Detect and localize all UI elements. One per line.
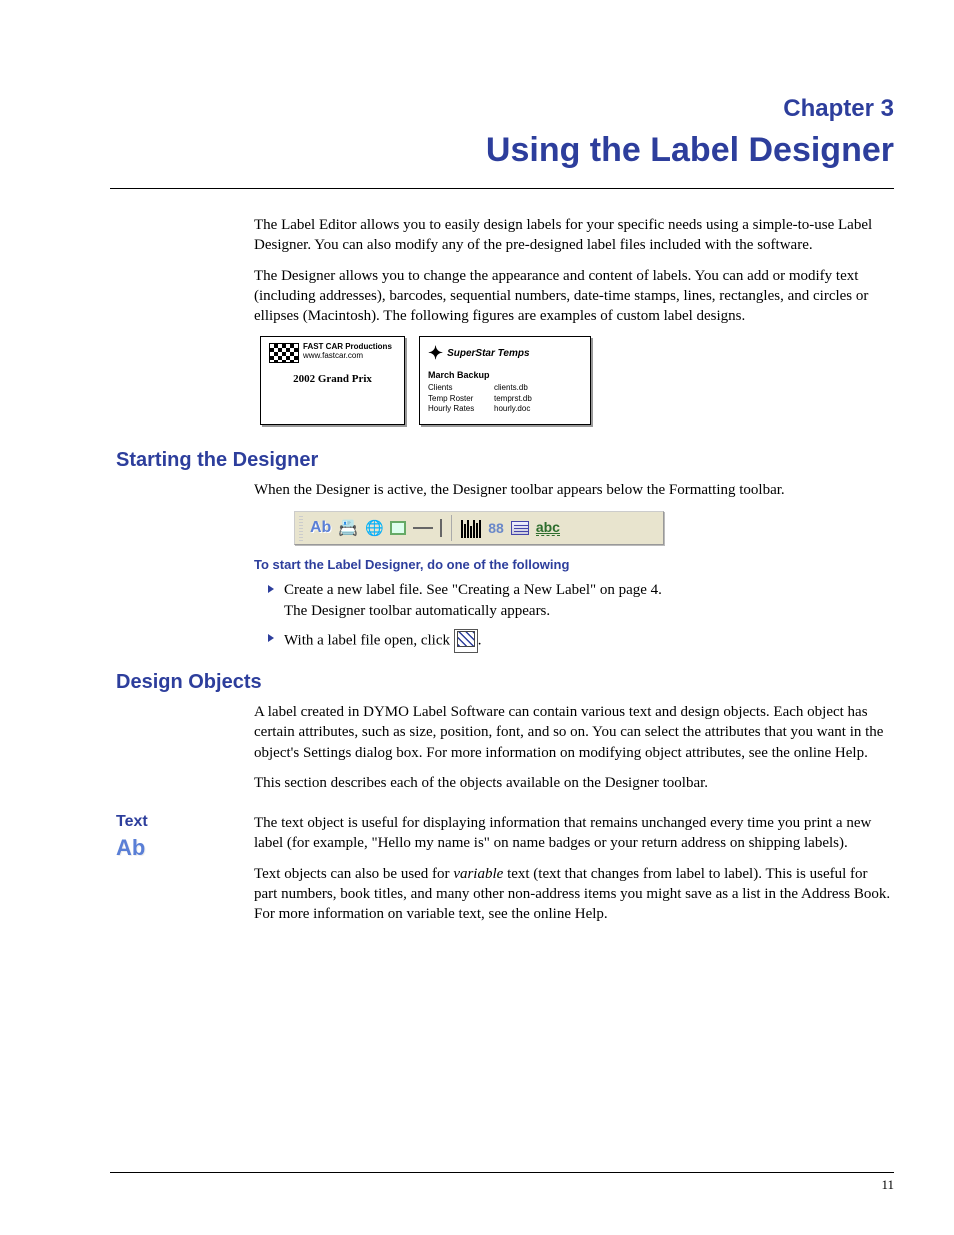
- text-object-p2-pre: Text objects can also be used for: [254, 866, 453, 882]
- bullet-icon: [268, 634, 274, 642]
- example1-event: 2002 Grand Prix: [269, 373, 396, 385]
- design-mode-button-icon: [454, 629, 478, 653]
- example2-file-list: Clientsclients.db Temp Rostertemprst.db …: [428, 383, 582, 414]
- bullet1-line2: The Designer toolbar automatically appea…: [284, 603, 550, 619]
- instruction-heading: To start the Label Designer, do one of t…: [254, 557, 894, 572]
- text-object-ab-icon: Ab: [116, 835, 254, 861]
- counter-tool-icon: 88: [488, 520, 504, 536]
- text-tool-icon: Ab: [310, 519, 331, 537]
- star-icon: ✦: [428, 343, 443, 364]
- list-item: With a label file open, click .: [268, 629, 894, 653]
- list-item: Hourly Rates: [428, 404, 494, 414]
- address-tool-icon: 📇: [338, 518, 358, 538]
- text-object-p2-em: variable: [453, 866, 503, 882]
- intro-paragraph-1: The Label Editor allows you to easily de…: [254, 215, 894, 256]
- vline-tool-icon: [440, 519, 442, 537]
- datetime-tool-icon: [511, 521, 529, 535]
- text-object-paragraph-1: The text object is useful for displaying…: [254, 813, 894, 854]
- chapter-title: Using the Label Designer: [110, 131, 894, 189]
- example-labels-row: FAST CAR Productions www.fastcar.com 200…: [260, 336, 894, 425]
- list-item: Create a new label file. See "Creating a…: [268, 580, 894, 624]
- curved-text-tool-icon: abc: [536, 519, 560, 536]
- list-item: Temp Roster: [428, 394, 494, 404]
- barcode-tool-icon: [461, 518, 481, 538]
- graphic-tool-icon: 🌐: [365, 519, 383, 537]
- design-paragraph-2: This section describes each of the objec…: [254, 773, 894, 793]
- designer-toolbar-figure: Ab 📇 🌐 88 abc: [294, 511, 664, 545]
- list-item: Clients: [428, 383, 494, 393]
- design-paragraph-1: A label created in DYMO Label Software c…: [254, 702, 894, 763]
- section-heading-starting: Starting the Designer: [116, 449, 894, 472]
- example-label-fastcar: FAST CAR Productions www.fastcar.com 200…: [260, 336, 405, 425]
- bullet1-line1: Create a new label file. See "Creating a…: [284, 582, 662, 598]
- list-item: clients.db: [494, 383, 528, 393]
- bullet2-pre: With a label file open, click: [284, 633, 454, 649]
- intro-paragraph-2: The Designer allows you to change the ap…: [254, 266, 894, 327]
- chapter-label: Chapter 3: [110, 95, 894, 123]
- bullet-icon: [268, 585, 274, 593]
- example1-url: www.fastcar.com: [303, 352, 392, 361]
- example2-subtitle: March Backup: [428, 370, 582, 380]
- text-object-side-heading: Text: [116, 813, 254, 831]
- footer-rule: [110, 1172, 894, 1173]
- list-item: hourly.doc: [494, 404, 530, 414]
- toolbar-separator: [451, 515, 452, 541]
- toolbar-grip-icon: [299, 515, 303, 541]
- rectangle-tool-icon: [390, 521, 406, 535]
- starting-paragraph: When the Designer is active, the Designe…: [254, 480, 894, 500]
- bullet2-post: .: [478, 633, 482, 649]
- example2-company: SuperStar Temps: [447, 348, 529, 359]
- checkered-flag-icon: [269, 343, 299, 363]
- text-object-paragraph-2: Text objects can also be used for variab…: [254, 864, 894, 925]
- section-heading-design-objects: Design Objects: [116, 671, 894, 694]
- example-label-superstar: ✦ SuperStar Temps March Backup Clientscl…: [419, 336, 591, 425]
- page-number: 11: [881, 1177, 894, 1193]
- hline-tool-icon: [413, 527, 433, 529]
- list-item: temprst.db: [494, 394, 532, 404]
